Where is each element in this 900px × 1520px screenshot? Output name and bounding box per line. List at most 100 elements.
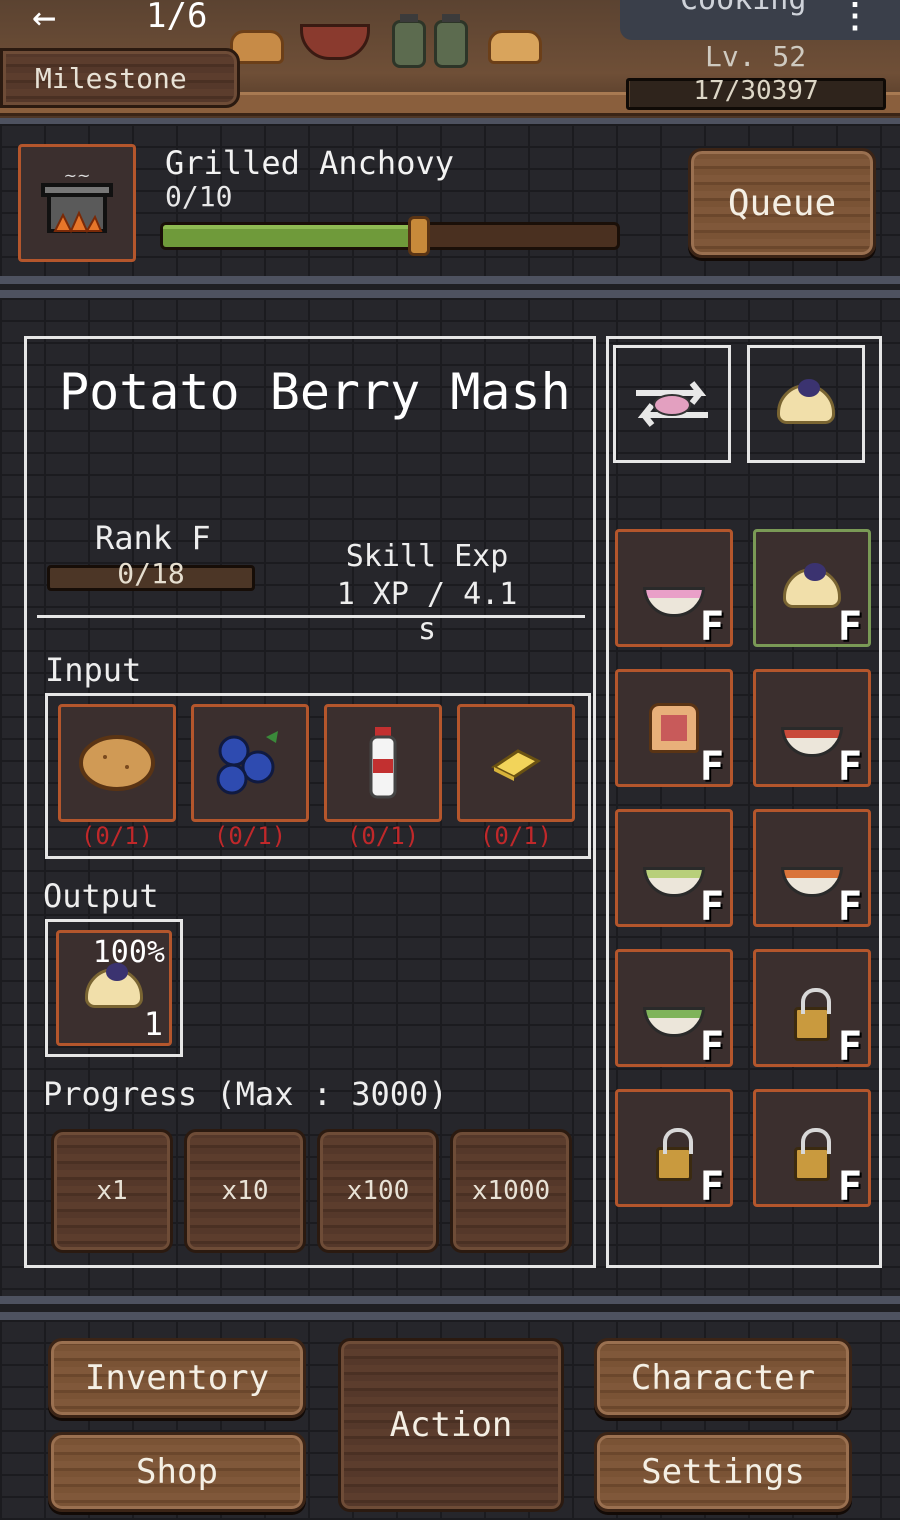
- locked-icon: [794, 988, 831, 1041]
- vegetable-bowl-icon: [643, 1007, 705, 1037]
- recipe-tile[interactable]: F: [753, 1089, 871, 1210]
- qty-label: x1000: [471, 1176, 551, 1206]
- nav-label: Action: [389, 1405, 513, 1445]
- locked-icon: [794, 1128, 831, 1181]
- cooking-pot-fire-icon: ~~: [41, 166, 113, 234]
- recipe-tile[interactable]: F: [615, 529, 733, 650]
- svg-text:~~: ~~: [64, 166, 91, 185]
- input-box: (0/1) (0/1) (0/1) (0/1): [45, 693, 591, 859]
- tile-rank: F: [837, 1024, 862, 1070]
- recipe-tile[interactable]: F: [615, 1089, 733, 1210]
- output-box: 100% 1: [45, 919, 183, 1057]
- output-qty: 1: [143, 1005, 163, 1043]
- nav-settings-button[interactable]: Settings: [594, 1432, 852, 1512]
- more-vertical-icon[interactable]: ⋮: [838, 0, 872, 36]
- tile-rank: F: [837, 604, 862, 650]
- kitchen-scene: ← 1/6 Milestone Cooking ⋮ Lv. 52 17/3039…: [0, 0, 900, 122]
- tile-rank: F: [837, 744, 862, 790]
- bottom-nav: Inventory Shop Action Character Settings: [0, 1312, 900, 1520]
- butter-icon: [491, 749, 541, 781]
- main-frame: Potato Berry Mash Rank F 0/18 Skill Exp …: [0, 290, 900, 1304]
- potato-berry-mash-icon: [777, 379, 835, 424]
- tile-rank: F: [699, 744, 724, 790]
- skill-exp-value: 1 XP / 4.1 s: [336, 577, 518, 647]
- berry-bowl-icon: [300, 24, 370, 60]
- qty-x1000-button[interactable]: x1000: [450, 1129, 572, 1253]
- divider: [37, 615, 585, 618]
- tile-rank: F: [699, 1024, 724, 1070]
- potato-berry-mash-icon: [783, 563, 841, 608]
- nav-shop-button[interactable]: Shop: [48, 1432, 306, 1512]
- qty-label: x1: [96, 1176, 128, 1206]
- tile-rank: F: [699, 604, 724, 650]
- qty-label: x100: [346, 1176, 410, 1206]
- current-action-count: 0/10: [165, 180, 233, 213]
- skill-exp-label: Skill Exp: [345, 539, 509, 574]
- blueberries-icon: [216, 731, 278, 795]
- recipe-tile[interactable]: F: [753, 669, 871, 790]
- input-slot-blueberries[interactable]: [191, 704, 309, 822]
- input-slot-potato[interactable]: [58, 704, 176, 822]
- recipe-tile[interactable]: F: [615, 669, 733, 790]
- tile-rank: F: [837, 1164, 862, 1210]
- qty-label: x10: [221, 1176, 269, 1206]
- current-action-progress: [160, 222, 620, 250]
- rank-progress-text: 0/18: [117, 557, 185, 590]
- recipe-list-panel: F F F F F F F F F F: [606, 336, 882, 1268]
- selected-recipe-preview: [747, 345, 865, 463]
- qty-x1-button[interactable]: x1: [51, 1129, 173, 1253]
- current-action-bar: ~~ Grilled Anchovy 0/10 Queue: [0, 118, 900, 284]
- progress-label: Progress (Max : 3000): [43, 1075, 448, 1113]
- pasta-bowl-icon: [781, 867, 843, 897]
- cheese-icon: [488, 30, 542, 64]
- current-action-icon-box: ~~: [18, 144, 136, 262]
- tile-rank: F: [699, 1164, 724, 1210]
- back-arrow-icon[interactable]: ←: [32, 0, 56, 40]
- tile-rank: F: [837, 884, 862, 930]
- xp-text: 17/30397: [693, 76, 819, 106]
- jam-toast-icon: [649, 703, 699, 753]
- recipe-tile[interactable]: F: [753, 949, 871, 1070]
- milestone-label: Milestone: [35, 61, 187, 95]
- qty-x10-button[interactable]: x10: [184, 1129, 306, 1253]
- output-slot[interactable]: 100% 1: [56, 930, 172, 1046]
- recipe-tile[interactable]: F: [753, 529, 871, 650]
- potato-icon: [79, 735, 155, 791]
- swap-icon: [636, 381, 708, 427]
- tile-rank: F: [699, 884, 724, 930]
- input-req: (0/1): [80, 822, 154, 850]
- recipe-tile[interactable]: F: [615, 809, 733, 930]
- level-label: Lv. 52: [705, 40, 807, 73]
- nav-character-button[interactable]: Character: [594, 1338, 852, 1418]
- green-salad-icon: [643, 867, 705, 897]
- qty-x100-button[interactable]: x100: [317, 1129, 439, 1253]
- rank-label: Rank F: [95, 519, 211, 557]
- nav-label: Inventory: [84, 1358, 270, 1398]
- swap-button[interactable]: [613, 345, 731, 463]
- page-counter: 1/6: [146, 0, 208, 36]
- input-label: Input: [45, 651, 142, 689]
- output-label: Output: [43, 877, 159, 915]
- jar-icon: [392, 14, 426, 68]
- nav-action-button[interactable]: Action: [338, 1338, 564, 1512]
- nav-label: Shop: [136, 1452, 218, 1492]
- current-action-name: Grilled Anchovy: [165, 144, 454, 182]
- recipe-tile[interactable]: F: [615, 949, 733, 1070]
- queue-button[interactable]: Queue: [688, 148, 876, 258]
- queue-label: Queue: [727, 182, 837, 224]
- progress-handle: [407, 216, 430, 256]
- input-req: (0/1): [346, 822, 420, 850]
- nav-label: Character: [630, 1358, 816, 1398]
- nav-label: Settings: [641, 1452, 805, 1492]
- current-action-progress-fill: [163, 225, 418, 247]
- input-slot-butter[interactable]: [457, 704, 575, 822]
- recipe-detail-panel: Potato Berry Mash Rank F 0/18 Skill Exp …: [24, 336, 596, 1268]
- locked-icon: [656, 1128, 693, 1181]
- milestone-button[interactable]: Milestone: [0, 48, 240, 108]
- nav-inventory-button[interactable]: Inventory: [48, 1338, 306, 1418]
- input-slot-milk[interactable]: [324, 704, 442, 822]
- milk-bottle-icon: [369, 727, 397, 799]
- recipe-tile[interactable]: F: [753, 809, 871, 930]
- recipe-title: Potato Berry Mash: [59, 363, 571, 421]
- input-req: (0/1): [213, 822, 287, 850]
